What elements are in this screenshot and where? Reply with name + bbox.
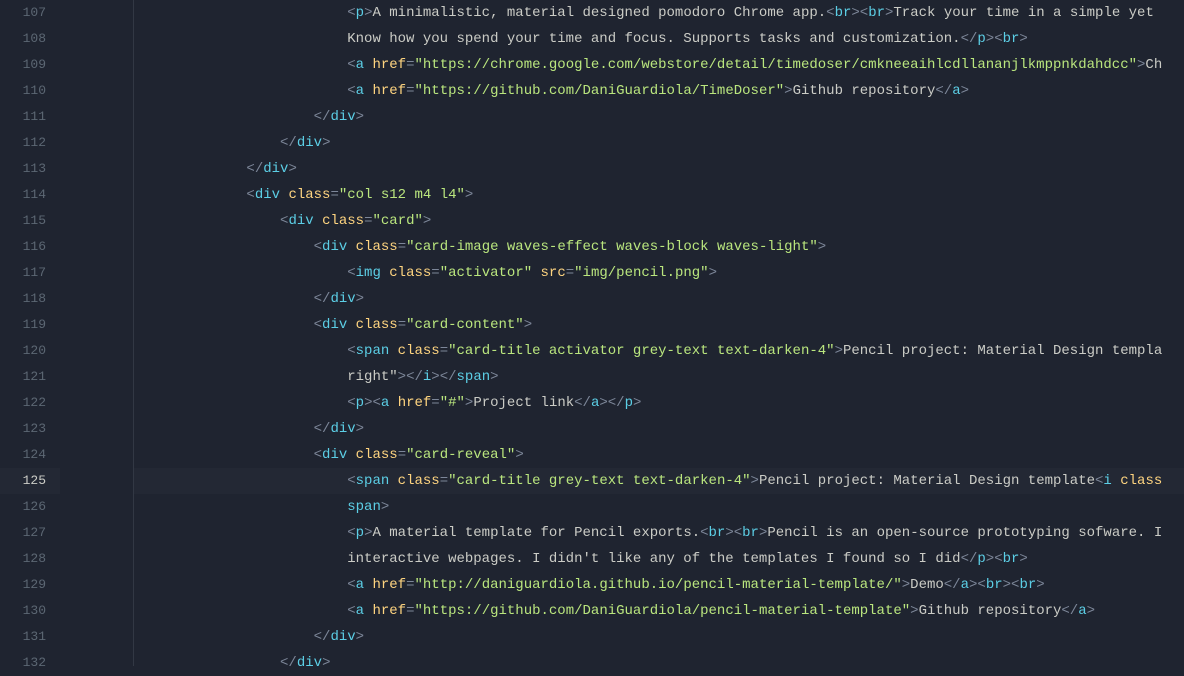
line-number[interactable]: 131 xyxy=(0,624,60,650)
line-number[interactable]: 108 xyxy=(0,26,60,52)
line-number[interactable]: 109 xyxy=(0,52,60,78)
code-line[interactable]: </div> xyxy=(134,286,1184,312)
line-number-gutter[interactable]: 1071081091101111121131141151161171181191… xyxy=(0,0,60,666)
code-line[interactable]: <div class="card-image waves-effect wave… xyxy=(134,234,1184,260)
line-number[interactable]: 118 xyxy=(0,286,60,312)
line-number[interactable]: 130 xyxy=(0,598,60,624)
code-line[interactable]: <div class="card-reveal"> xyxy=(134,442,1184,468)
line-number[interactable]: 117 xyxy=(0,260,60,286)
code-line[interactable]: </div> xyxy=(134,130,1184,156)
code-line[interactable]: <img class="activator" src="img/pencil.p… xyxy=(134,260,1184,286)
line-number[interactable]: 122 xyxy=(0,390,60,416)
code-line[interactable]: <span class="card-title grey-text text-d… xyxy=(134,468,1184,494)
line-number[interactable]: 113 xyxy=(0,156,60,182)
code-line[interactable]: </div> xyxy=(134,416,1184,442)
line-number[interactable]: 110 xyxy=(0,78,60,104)
code-line[interactable]: </div> xyxy=(134,156,1184,182)
line-number[interactable]: 116 xyxy=(0,234,60,260)
code-line[interactable]: <div class="card-content"> xyxy=(134,312,1184,338)
line-number[interactable]: 125 xyxy=(0,468,60,494)
line-number[interactable]: 114 xyxy=(0,182,60,208)
code-line[interactable]: <a href="https://github.com/DaniGuardiol… xyxy=(134,598,1184,624)
code-line[interactable]: <a href="http://daniguardiola.github.io/… xyxy=(134,572,1184,598)
code-line[interactable]: </div> xyxy=(134,650,1184,666)
code-line[interactable]: right"></i></span> xyxy=(134,364,1184,390)
fold-column xyxy=(60,0,134,666)
line-number[interactable]: 119 xyxy=(0,312,60,338)
code-line[interactable]: <p>A material template for Pencil export… xyxy=(134,520,1184,546)
code-line[interactable]: interactive webpages. I didn't like any … xyxy=(134,546,1184,572)
code-line[interactable]: <a href="https://chrome.google.com/webst… xyxy=(134,52,1184,78)
code-line[interactable]: <div class="card"> xyxy=(134,208,1184,234)
line-number[interactable]: 107 xyxy=(0,0,60,26)
line-number[interactable]: 112 xyxy=(0,130,60,156)
code-line[interactable]: </div> xyxy=(134,104,1184,130)
code-line[interactable]: </div> xyxy=(134,624,1184,650)
code-line[interactable]: <p>A minimalistic, material designed pom… xyxy=(134,0,1184,26)
line-number[interactable]: 123 xyxy=(0,416,60,442)
code-line[interactable]: <p><a href="#">Project link</a></p> xyxy=(134,390,1184,416)
line-number[interactable]: 111 xyxy=(0,104,60,130)
line-number[interactable]: 121 xyxy=(0,364,60,390)
line-number[interactable]: 132 xyxy=(0,650,60,676)
code-line[interactable]: <div class="col s12 m4 l4"> xyxy=(134,182,1184,208)
line-number[interactable]: 129 xyxy=(0,572,60,598)
code-area[interactable]: <p>A minimalistic, material designed pom… xyxy=(134,0,1184,666)
line-number[interactable]: 126 xyxy=(0,494,60,520)
code-line[interactable]: <span class="card-title activator grey-t… xyxy=(134,338,1184,364)
line-number[interactable]: 124 xyxy=(0,442,60,468)
code-line[interactable]: Know how you spend your time and focus. … xyxy=(134,26,1184,52)
code-line[interactable]: <a href="https://github.com/DaniGuardiol… xyxy=(134,78,1184,104)
code-line[interactable]: span> xyxy=(134,494,1184,520)
line-number[interactable]: 127 xyxy=(0,520,60,546)
line-number[interactable]: 115 xyxy=(0,208,60,234)
line-number[interactable]: 120 xyxy=(0,338,60,364)
code-editor[interactable]: 1071081091101111121131141151161171181191… xyxy=(0,0,1184,666)
line-number[interactable]: 128 xyxy=(0,546,60,572)
